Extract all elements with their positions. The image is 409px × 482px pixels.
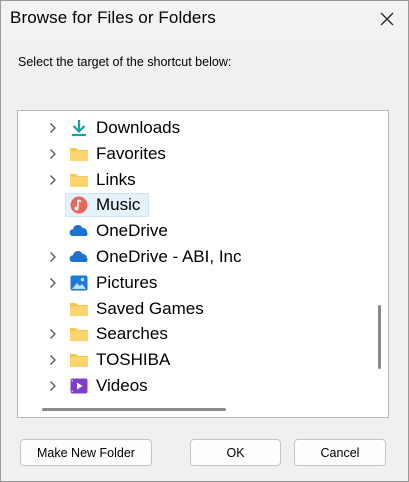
tree-item-label: Searches <box>96 324 168 344</box>
onedrive-icon <box>69 248 89 266</box>
music-icon <box>69 196 89 214</box>
prompt-text: Select the target of the shortcut below: <box>18 55 232 69</box>
folder-tree[interactable]: Downloads Favorites Links Music OneDrive OneD… <box>17 110 389 418</box>
vertical-scrollbar[interactable] <box>378 305 381 369</box>
chevron-right-icon[interactable] <box>47 172 59 188</box>
tree-item-label: Downloads <box>96 118 181 137</box>
folder-icon <box>69 300 89 318</box>
close-button[interactable] <box>372 5 402 33</box>
chevron-right-icon[interactable] <box>47 378 59 394</box>
cancel-button[interactable]: Cancel <box>294 439 386 466</box>
browse-dialog: Browse for Files or Folders Select the t… <box>0 0 409 482</box>
tree-item-label: Favorites <box>96 143 166 163</box>
ok-button[interactable]: OK <box>190 439 281 466</box>
tree-item-searches[interactable]: Searches <box>18 322 358 346</box>
title-bar: Browse for Files or Folders <box>1 1 408 39</box>
horizontal-scrollbar[interactable] <box>42 408 226 411</box>
dialog-title: Browse for Files or Folders <box>10 8 216 27</box>
tree-item-toshiba[interactable]: TOSHIBA <box>18 348 358 372</box>
folder-icon <box>69 325 89 343</box>
tree-item-music[interactable]: Music <box>18 193 358 218</box>
tree-item-label: OneDrive - ABI, Inc <box>96 247 242 266</box>
tree-item-label: Saved Games <box>96 298 204 318</box>
close-icon <box>380 12 394 26</box>
download-icon <box>69 119 89 137</box>
folder-icon <box>69 171 89 189</box>
tree-item-label: OneDrive <box>96 221 168 241</box>
chevron-right-icon[interactable] <box>47 352 59 368</box>
chevron-right-icon[interactable] <box>47 249 59 265</box>
tree-item-onedrive[interactable]: OneDrive <box>18 219 358 243</box>
tree-item-label: Videos <box>96 376 148 395</box>
chevron-right-icon[interactable] <box>47 146 59 162</box>
tree-item-onedrive-abi-inc[interactable]: OneDrive - ABI, Inc <box>18 245 358 269</box>
folder-icon <box>69 145 89 163</box>
chevron-right-icon[interactable] <box>47 326 59 342</box>
tree-item-links[interactable]: Links <box>18 168 358 192</box>
videos-icon <box>69 377 89 395</box>
tree-item-label: Music <box>96 195 141 215</box>
make-new-folder-button[interactable]: Make New Folder <box>20 439 152 466</box>
chevron-right-icon[interactable] <box>47 275 59 291</box>
tree-item-label: TOSHIBA <box>96 350 171 370</box>
onedrive-icon <box>69 222 89 240</box>
tree-item-downloads[interactable]: Downloads <box>18 116 358 140</box>
tree-item-favorites[interactable]: Favorites <box>18 142 358 166</box>
pictures-icon <box>69 274 89 292</box>
tree-item-label: Links <box>96 169 136 189</box>
folder-icon <box>69 351 89 369</box>
tree-item-label: Pictures <box>96 272 158 292</box>
tree-item-saved-games[interactable]: Saved Games <box>18 297 358 321</box>
tree-item-pictures[interactable]: Pictures <box>18 271 358 295</box>
tree-item-videos[interactable]: Videos <box>18 374 358 398</box>
chevron-right-icon[interactable] <box>47 120 59 136</box>
